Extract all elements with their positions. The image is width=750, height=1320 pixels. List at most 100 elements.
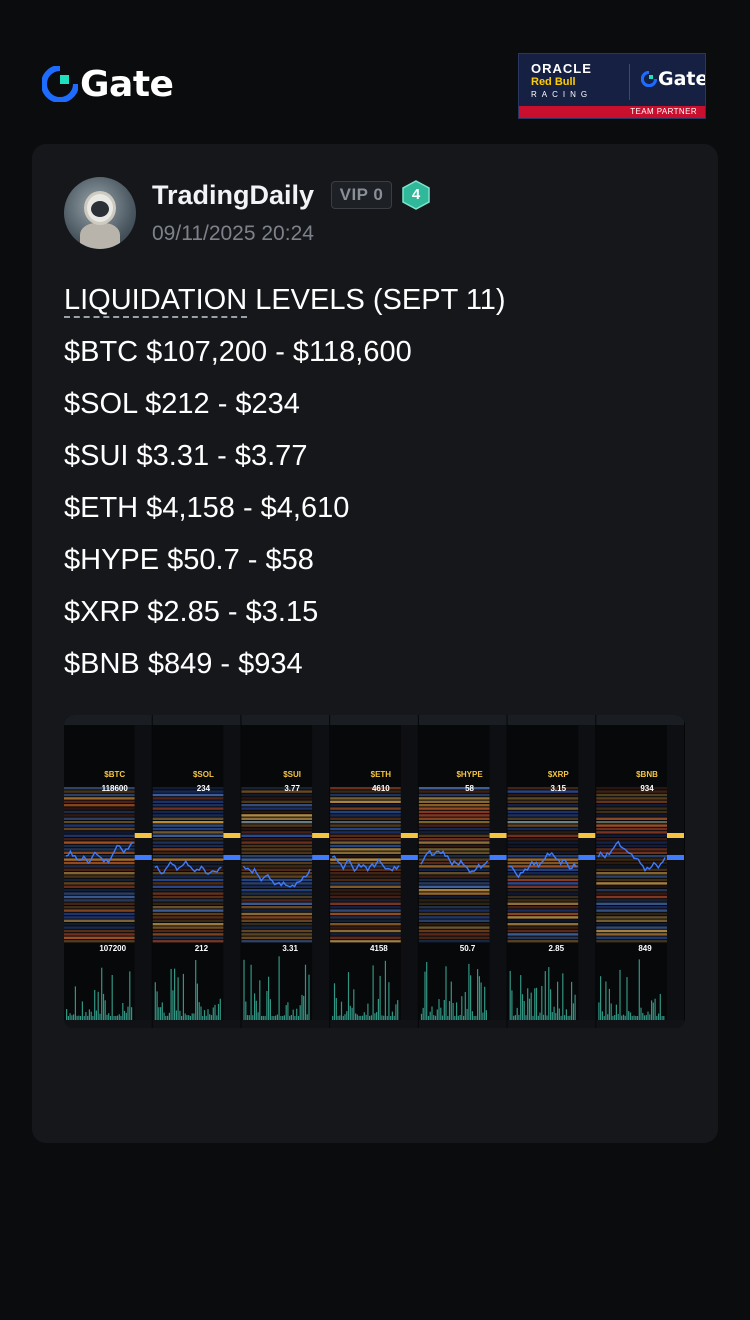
heatmap-band [152, 916, 224, 919]
post-image-liquidation-heatmaps[interactable]: $BTC 118600 107200 $SOL 234 212 $SUI 3.77 3.31 $E… [64, 715, 685, 1028]
volume-bar [441, 1015, 444, 1020]
heatmap-band [241, 919, 313, 922]
liquidation-term-link[interactable]: LIQUIDATION [64, 284, 248, 318]
panel-header-strip [330, 715, 418, 725]
heatmap-band [418, 933, 490, 936]
heatmap-band [596, 872, 667, 875]
heatmap-band [64, 889, 135, 892]
heatmap-band [596, 817, 667, 820]
volume-bar [191, 1013, 193, 1020]
volume-bar [363, 1012, 365, 1020]
heatmap-band [152, 790, 224, 793]
heatmap-band [64, 933, 135, 936]
heatmap-band [241, 841, 313, 844]
volume-bar [301, 994, 303, 1020]
heatmap-band [241, 824, 313, 827]
heatmap-band [241, 906, 313, 909]
volume-bar [85, 1012, 87, 1020]
heatmap-band [330, 933, 401, 936]
heatmap-band [507, 909, 579, 912]
heatmap-band [64, 916, 135, 919]
heatmap-band [330, 848, 401, 851]
volume-bar [163, 1012, 165, 1020]
volume-bar [509, 970, 511, 1020]
volume-bar [214, 1004, 216, 1020]
volume-bar [480, 982, 482, 1020]
gate-logo[interactable]: Gate [42, 62, 174, 106]
heatmap-band [418, 800, 490, 803]
heatmap-band [507, 916, 579, 919]
heatmap-band [64, 872, 135, 875]
volume-bar [558, 1008, 560, 1020]
volume-bar [280, 1016, 282, 1020]
heatmap-band [596, 909, 667, 912]
heatmap-band [64, 929, 135, 933]
post-line: $BTC $107,200 - $118,600 [64, 336, 412, 368]
volume-bar [285, 1005, 287, 1020]
volume-bar [447, 1016, 449, 1020]
heatmap-band [507, 800, 579, 803]
volume-bar [601, 1011, 603, 1020]
heatmap-band [152, 817, 224, 820]
volume-bar [78, 1015, 80, 1020]
heatmap-band [418, 902, 490, 905]
volume-bar [283, 1015, 285, 1020]
volume-bar [647, 1011, 649, 1020]
heatmap-band [330, 899, 401, 902]
volume-bar [261, 1016, 263, 1020]
heatmap-band [418, 882, 490, 885]
panel-ticker: $BTC [104, 770, 125, 779]
team-partner-banner[interactable]: ORACLE Red Bull RACING Gate TEAM PARTNER [518, 53, 706, 119]
heatmap-band [64, 875, 135, 878]
volume-bar [102, 993, 105, 1020]
volume-bar [482, 1012, 484, 1020]
volume-bar [454, 1016, 456, 1020]
heatmap-band [64, 923, 135, 926]
heatmap-band [507, 878, 579, 882]
heatmap-band [596, 902, 667, 905]
heatmap-band [596, 831, 667, 834]
volume-bar [198, 1002, 200, 1020]
volume-bar [179, 1010, 181, 1020]
heatmap-band [418, 831, 490, 834]
volume-bar [525, 1015, 527, 1020]
heatmap-band [64, 861, 135, 865]
volume-bar [478, 976, 480, 1020]
heatmap-band [507, 827, 579, 831]
heatmap-band [418, 793, 490, 797]
heatmap-band [507, 933, 579, 936]
heatmap-band [507, 926, 579, 929]
volume-bar [174, 968, 176, 1020]
panel-low: 50.7 [460, 944, 476, 953]
volume-bar [551, 1012, 553, 1020]
heatmap-band [596, 923, 667, 926]
team-partner-label: TEAM PARTNER [630, 107, 697, 116]
volume-bar [282, 1016, 284, 1020]
volume-bar [81, 1001, 83, 1020]
heatmap-band [330, 919, 401, 922]
heatmap-band [507, 814, 579, 817]
heatmap-band [507, 936, 579, 939]
heatmap-band [152, 855, 224, 858]
volume-bar [565, 1009, 567, 1020]
heatmap-band [241, 889, 313, 892]
volume-bar [617, 1014, 619, 1020]
volume-bar [626, 977, 628, 1020]
avatar[interactable] [64, 177, 136, 249]
panel-high: 3.15 [550, 784, 566, 793]
heatmap-band [152, 787, 224, 790]
volume-bar [71, 1015, 73, 1020]
heatmap-band [330, 817, 401, 820]
heatmap-band [418, 868, 490, 871]
volume-bar [88, 1009, 90, 1020]
heatmap-band [330, 804, 401, 807]
volume-bar [74, 986, 76, 1020]
heatmap-band [330, 841, 401, 844]
volume-bar [426, 962, 428, 1020]
volume-bar [376, 1012, 378, 1020]
author-name[interactable]: TradingDaily [152, 180, 314, 211]
volume-bar [633, 1015, 635, 1020]
racing-text: RACING [531, 90, 593, 99]
panel-high: 118600 [102, 784, 129, 793]
heatmap-band [152, 834, 224, 837]
